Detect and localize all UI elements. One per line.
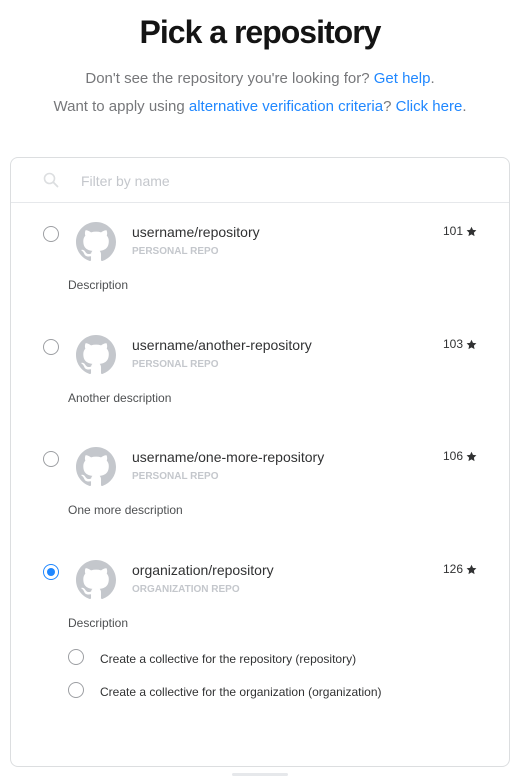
help-text: Don't see the repository you're looking … [85,70,374,87]
page-title: Pick a repository [139,14,382,50]
repo-item[interactable]: username/repository PERSONAL REPO 101 Descr… [11,204,509,314]
filter-input[interactable] [81,167,481,195]
collective-option[interactable]: Create a collective for the organization… [68,682,488,702]
click-here-link[interactable]: Click here [396,98,463,115]
star-count-value: 106 [442,449,463,463]
github-avatar-icon [76,335,116,375]
alternative-suffix: . [462,98,467,115]
github-avatar-icon [76,222,116,262]
repo-type-label: ORGANIZATION REPO [132,584,240,595]
repo-name: username/one-more-repository [132,449,325,465]
repo-radio[interactable] [43,564,59,580]
star-icon [466,451,477,462]
repository-picker: username/repository PERSONAL REPO 101 Descr… [10,157,510,767]
repo-type-label: PERSONAL REPO [132,359,219,370]
repo-item[interactable]: organization/repository ORGANIZATION REPO… [11,542,509,652]
star-count: 106 [443,449,477,463]
star-count: 126 [443,562,477,576]
repo-description: One more description [68,503,183,517]
help-suffix: . [430,70,435,87]
alternative-mid: ? [383,98,396,115]
collective-option[interactable]: Create a collective for the repository (… [68,649,488,669]
alternative-criteria-link[interactable]: alternative verification criteria [189,98,383,115]
star-icon [466,226,477,237]
star-icon [466,564,477,575]
repo-item[interactable]: username/another-repository PERSONAL REPO… [11,317,509,427]
search-bar [11,158,509,203]
help-line: Don't see the repository you're looking … [0,70,520,87]
search-icon [43,172,59,188]
github-avatar-icon [76,560,116,600]
repo-radio[interactable] [43,226,59,242]
repo-name: username/repository [132,224,260,240]
alternative-text: Want to apply using [53,98,189,115]
repo-radio[interactable] [43,339,59,355]
alternative-line: Want to apply using alternative verifica… [0,98,520,115]
collective-option-radio[interactable] [68,649,84,665]
repo-item[interactable]: username/one-more-repository PERSONAL REP… [11,429,509,539]
repo-description: Description [68,278,129,292]
repo-type-label: PERSONAL REPO [132,246,219,257]
repo-name: organization/repository [132,562,274,578]
github-avatar-icon [76,447,116,487]
repo-description: Description [68,616,129,630]
collective-option-label: Create a collective for the organization… [100,685,382,699]
repo-name: username/another-repository [132,337,312,353]
repo-description: Another description [68,391,172,405]
star-count-value: 101 [442,224,463,238]
repo-type-label: PERSONAL REPO [132,471,219,482]
star-count-value: 103 [442,337,463,351]
collective-option-label: Create a collective for the repository (… [100,652,357,666]
star-count-value: 126 [442,562,463,576]
star-count: 103 [443,337,477,351]
star-icon [466,339,477,350]
get-help-link[interactable]: Get help [374,70,431,87]
star-count: 101 [443,224,477,238]
repo-radio[interactable] [43,451,59,467]
collective-option-radio[interactable] [68,682,84,698]
